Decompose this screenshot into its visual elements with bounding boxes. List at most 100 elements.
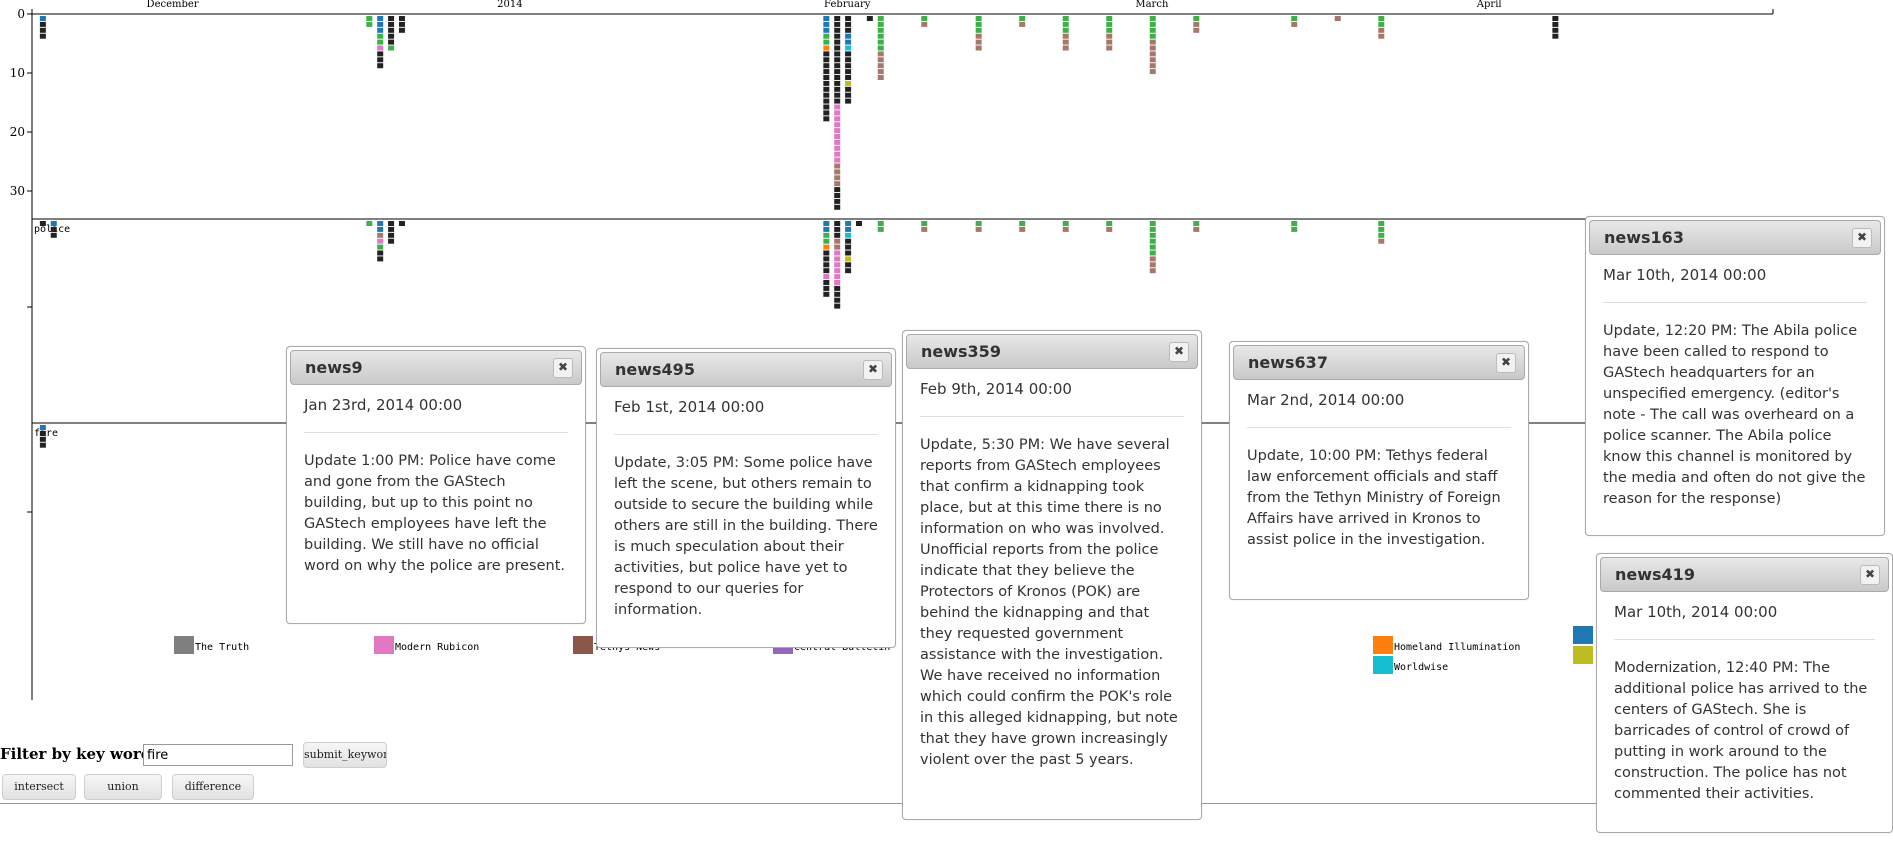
news-dialog[interactable]: news9 ✖ Jan 23rd, 2014 00:00 Update 1:00… bbox=[286, 346, 586, 624]
article-mark bbox=[921, 21, 928, 27]
article-mark bbox=[877, 75, 884, 80]
article-mark bbox=[834, 33, 841, 39]
article-mark bbox=[1019, 21, 1026, 27]
dialog-titlebar[interactable]: news419 ✖ bbox=[1600, 557, 1889, 592]
news-dialog[interactable]: news495 ✖ Feb 1st, 2014 00:00 Update, 3:… bbox=[596, 348, 896, 648]
dialog-title: news495 bbox=[615, 360, 695, 379]
article-mark bbox=[1378, 21, 1385, 27]
article-mark bbox=[877, 69, 884, 75]
article-mark bbox=[845, 238, 852, 244]
article-mark bbox=[1106, 33, 1113, 39]
article-mark bbox=[845, 57, 852, 63]
article-mark bbox=[834, 157, 841, 163]
article-mark bbox=[388, 45, 395, 51]
article-mark bbox=[877, 57, 884, 63]
article-mark bbox=[823, 45, 830, 51]
article-mark bbox=[377, 244, 384, 250]
legend-label: Modern Rubicon bbox=[395, 642, 479, 653]
dialog-separator bbox=[1603, 302, 1867, 303]
article-mark bbox=[1149, 45, 1156, 51]
article-mark bbox=[1149, 244, 1156, 250]
article-mark bbox=[366, 221, 373, 226]
news-dialog[interactable]: news163 ✖ Mar 10th, 2014 00:00 Update, 1… bbox=[1585, 216, 1885, 536]
article-mark bbox=[877, 63, 884, 69]
article-mark bbox=[39, 436, 46, 442]
dialog-titlebar[interactable]: news495 ✖ bbox=[600, 352, 892, 387]
news-dialog[interactable]: news359 ✖ Feb 9th, 2014 00:00 Update, 5:… bbox=[902, 330, 1202, 820]
article-mark bbox=[845, 244, 852, 250]
article-mark bbox=[834, 169, 841, 175]
close-icon[interactable]: ✖ bbox=[553, 358, 573, 378]
month-label: February bbox=[824, 0, 871, 10]
close-icon[interactable]: ✖ bbox=[1860, 565, 1880, 585]
article-mark bbox=[845, 45, 852, 51]
article-mark bbox=[1334, 16, 1341, 21]
article-mark bbox=[823, 104, 830, 110]
legend-swatch bbox=[573, 636, 593, 654]
intersect-button[interactable]: intersect bbox=[2, 774, 76, 800]
close-icon[interactable]: ✖ bbox=[863, 360, 883, 380]
article-mark bbox=[1552, 16, 1559, 21]
dialog-separator bbox=[1614, 639, 1875, 640]
dialog-date: Feb 9th, 2014 00:00 bbox=[920, 380, 1072, 398]
article-mark bbox=[823, 256, 830, 262]
close-icon[interactable]: ✖ bbox=[1496, 353, 1516, 373]
dialog-title: news637 bbox=[1248, 353, 1328, 372]
article-mark bbox=[877, 16, 884, 21]
news-dialog[interactable]: news637 ✖ Mar 2nd, 2014 00:00 Update, 10… bbox=[1229, 341, 1529, 600]
union-button[interactable]: union bbox=[84, 774, 162, 800]
y-tick-label: 30 bbox=[10, 184, 25, 198]
article-mark bbox=[1378, 16, 1385, 21]
article-mark bbox=[834, 256, 841, 262]
close-icon[interactable]: ✖ bbox=[1169, 342, 1189, 362]
difference-button[interactable]: difference bbox=[172, 774, 254, 800]
article-mark bbox=[845, 262, 852, 268]
article-mark bbox=[845, 250, 852, 256]
keyword-input[interactable] bbox=[143, 744, 293, 766]
article-mark bbox=[1149, 16, 1156, 21]
article-mark bbox=[39, 21, 46, 27]
dialog-titlebar[interactable]: news9 ✖ bbox=[290, 350, 582, 385]
article-mark bbox=[823, 116, 830, 122]
article-mark bbox=[975, 16, 982, 21]
article-mark bbox=[377, 57, 384, 63]
article-mark bbox=[823, 57, 830, 63]
article-mark bbox=[834, 16, 841, 21]
article-mark bbox=[366, 16, 373, 21]
article-mark bbox=[388, 232, 395, 238]
article-mark bbox=[388, 21, 395, 27]
dialog-titlebar[interactable]: news637 ✖ bbox=[1233, 345, 1525, 380]
article-mark bbox=[377, 21, 384, 27]
dialog-separator bbox=[614, 434, 878, 435]
article-mark bbox=[823, 63, 830, 69]
dialog-titlebar[interactable]: news163 ✖ bbox=[1589, 220, 1881, 255]
article-mark bbox=[834, 250, 841, 256]
article-mark bbox=[834, 63, 841, 69]
article-mark bbox=[1193, 226, 1200, 232]
month-label: March bbox=[1135, 0, 1169, 10]
dialog-titlebar[interactable]: news359 ✖ bbox=[906, 334, 1198, 369]
close-icon[interactable]: ✖ bbox=[1852, 228, 1872, 248]
article-mark bbox=[1149, 226, 1156, 232]
article-mark bbox=[845, 27, 852, 33]
article-mark bbox=[1106, 39, 1113, 45]
month-label: April bbox=[1476, 0, 1502, 10]
article-mark bbox=[877, 51, 884, 57]
article-mark bbox=[834, 181, 841, 187]
article-mark bbox=[1106, 21, 1113, 27]
article-mark bbox=[1149, 238, 1156, 244]
article-mark bbox=[834, 187, 841, 193]
article-mark bbox=[50, 221, 57, 226]
article-mark bbox=[834, 134, 841, 139]
legend-swatch bbox=[1573, 646, 1593, 664]
article-mark bbox=[834, 262, 841, 268]
article-mark bbox=[921, 16, 928, 21]
legend-label: The Truth bbox=[195, 642, 249, 653]
article-mark bbox=[1378, 232, 1385, 238]
article-mark bbox=[39, 430, 46, 436]
article-mark bbox=[845, 39, 852, 45]
article-mark bbox=[834, 280, 841, 285]
submit-keyword-button[interactable]: submit_keyword bbox=[303, 742, 387, 768]
news-dialog[interactable]: news419 ✖ Mar 10th, 2014 00:00 Moderniza… bbox=[1596, 553, 1893, 833]
article-mark bbox=[866, 16, 873, 21]
